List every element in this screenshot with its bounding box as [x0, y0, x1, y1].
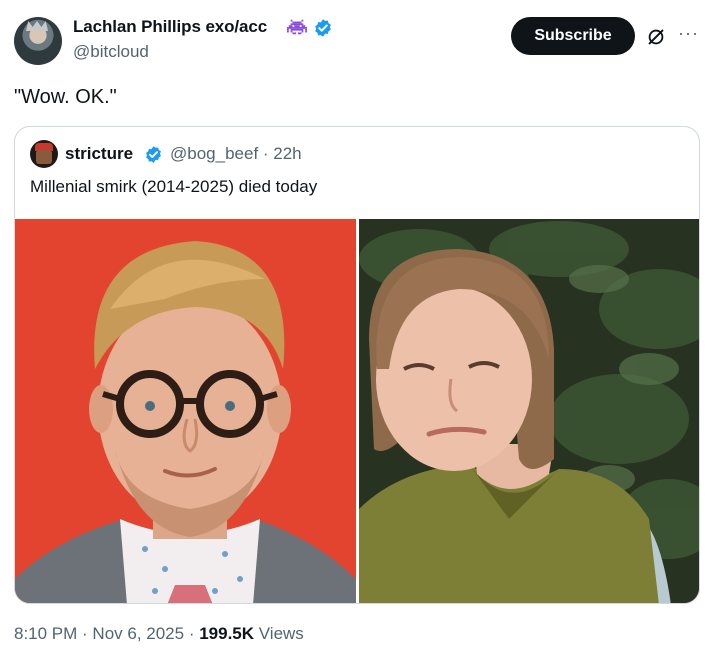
author-name[interactable]: Lachlan Phillips exo/acc [73, 17, 267, 37]
verified-badge-icon[interactable] [144, 145, 163, 164]
views-count: 199.5K [199, 624, 255, 643]
subscribe-button[interactable]: Subscribe [511, 17, 635, 55]
quoted-author-name[interactable]: stricture [65, 144, 133, 164]
grok-icon[interactable] [645, 26, 667, 48]
author-handle[interactable]: @bitcloud [73, 42, 149, 62]
photo-woman-in-garden[interactable] [359, 219, 700, 604]
verified-badge-icon[interactable] [313, 18, 333, 38]
more-options-icon[interactable]: ··· [678, 24, 699, 42]
tweet-header: Lachlan Phillips exo/acc @bitcloud Subsc… [0, 0, 716, 72]
timestamp[interactable]: 8:10 PM · Nov 6, 2025 · [14, 624, 199, 643]
quoted-author-handle-time[interactable]: @bog_beef · 22h [170, 144, 302, 164]
author-avatar[interactable] [14, 17, 62, 65]
quoted-author-avatar[interactable] [30, 140, 58, 168]
photo-man-with-glasses[interactable] [15, 219, 356, 604]
quoted-media[interactable] [15, 219, 700, 604]
quoted-tweet[interactable]: stricture @bog_beef · 22h Millenial smir… [14, 126, 700, 604]
views-label: Views [254, 624, 304, 643]
tweet-text: "Wow. OK." [14, 86, 117, 108]
tweet-footer: 8:10 PM · Nov 6, 2025 · 199.5K Views [14, 624, 304, 644]
alien-monster-icon [287, 19, 307, 35]
quoted-tweet-text: Millenial smirk (2014-2025) died today [30, 177, 318, 196]
